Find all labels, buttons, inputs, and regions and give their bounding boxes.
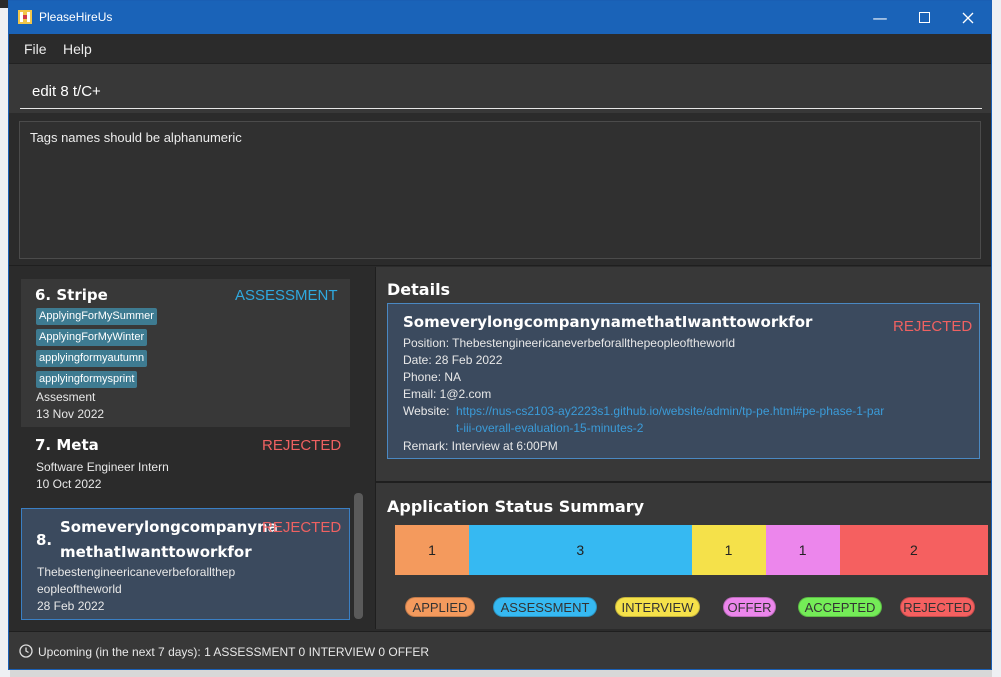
legend-offer: OFFER — [723, 597, 776, 617]
summary-heading: Application Status Summary — [387, 497, 645, 516]
tag: applyingformyautumn — [36, 350, 148, 367]
legend-rejected: REJECTED — [900, 597, 975, 617]
menu-bar: File Help — [9, 34, 991, 63]
summary-bar-assessment: 3 — [469, 525, 692, 575]
card-date: 28 Feb 2022 — [37, 599, 105, 613]
tag: ApplyingForMyWinter — [36, 329, 148, 346]
summary-bar-applied: 1 — [395, 525, 470, 575]
command-box — [9, 63, 991, 113]
list-item-selected[interactable]: 8. Someverylongcompanyna methatIwanttowo… — [21, 508, 350, 620]
card-status: REJECTED — [262, 519, 342, 536]
section-divider — [9, 265, 991, 266]
details-card: SomeverylongcompanynamethatIwanttoworkfo… — [387, 303, 980, 459]
close-icon — [962, 12, 974, 23]
details-heading: Details — [387, 280, 451, 299]
maximize-button[interactable] — [901, 1, 947, 34]
summary-bar-rejected: 2 — [839, 525, 988, 575]
command-input[interactable] — [20, 74, 982, 109]
details-website-label: Website: — [403, 404, 450, 418]
details-panel: Details SomeverylongcompanynamethatIwant… — [376, 267, 991, 481]
list-scrollbar[interactable] — [354, 493, 363, 619]
tag: ApplyingForMySummer — [36, 308, 157, 325]
status-bar: Upcoming (in the next 7 days): 1 ASSESSM… — [9, 631, 991, 669]
application-list[interactable]: 6. Stripe ASSESSMENT ApplyingForMySummer… — [9, 267, 375, 629]
details-phone: Phone: NA — [403, 370, 462, 384]
background-right — [992, 0, 1001, 677]
summary-bar-offer: 1 — [765, 525, 840, 575]
window-title: PleaseHireUs — [39, 10, 113, 24]
details-position: Position: Thebestengineericaneverbeforal… — [403, 336, 736, 350]
card-name-line2: methatIwanttoworkfor — [60, 543, 252, 561]
card-index-name: 7. Meta — [35, 436, 99, 454]
legend-interview: INTERVIEW — [615, 597, 700, 617]
close-button[interactable] — [945, 1, 991, 34]
card-position-line2: eopleoftheworld — [37, 582, 122, 596]
minimize-button[interactable]: — — [857, 1, 903, 34]
app-window: PleaseHireUs — File Help Tags names shou… — [8, 0, 992, 670]
menu-file[interactable]: File — [24, 41, 47, 57]
details-email: Email: 1@2.com — [403, 387, 492, 401]
card-position: Assesment — [36, 390, 96, 404]
details-date: Date: 28 Feb 2022 — [403, 353, 503, 367]
card-date: 10 Oct 2022 — [36, 477, 102, 491]
list-item[interactable]: 6. Stripe ASSESSMENT ApplyingForMySummer… — [21, 279, 350, 427]
list-item[interactable]: 7. Meta REJECTED Software Engineer Inter… — [21, 429, 350, 501]
details-status: REJECTED — [893, 318, 973, 335]
status-summary-panel: Application Status Summary 13112 APPLIED… — [376, 483, 991, 629]
maximize-icon — [918, 12, 930, 23]
summary-bar-interview: 1 — [691, 525, 766, 575]
clock-icon — [19, 644, 33, 658]
card-name-line1: Someverylongcompanyna — [60, 518, 278, 536]
tag: applyingformysprint — [36, 371, 138, 388]
app-icon — [18, 10, 32, 24]
card-index: 8. — [36, 531, 53, 549]
card-status: REJECTED — [262, 437, 342, 454]
result-message: Tags names should be alphanumeric — [30, 130, 242, 145]
title-bar[interactable]: PleaseHireUs — — [9, 1, 991, 34]
card-index-name: 6. Stripe — [35, 286, 108, 304]
card-date: 13 Nov 2022 — [36, 407, 105, 421]
legend-assessment: ASSESSMENT — [493, 597, 597, 617]
upcoming-text: Upcoming (in the next 7 days): 1 ASSESSM… — [38, 645, 430, 659]
menu-help[interactable]: Help — [63, 41, 92, 57]
details-website-link[interactable]: https://nus-cs2103-ay2223s1.github.io/we… — [456, 403, 886, 437]
legend-applied: APPLIED — [405, 597, 475, 617]
card-position: Software Engineer Intern — [36, 460, 169, 474]
minimize-icon: — — [872, 8, 888, 27]
details-company: SomeverylongcompanynamethatIwanttoworkfo… — [403, 313, 813, 331]
legend-accepted: ACCEPTED — [798, 597, 882, 617]
details-remark: Remark: Interview at 6:00PM — [403, 439, 558, 453]
result-display[interactable]: Tags names should be alphanumeric — [19, 121, 981, 259]
card-position-line1: Thebestengineericaneverbeforallthep — [37, 565, 236, 579]
card-status: ASSESSMENT — [235, 287, 338, 304]
